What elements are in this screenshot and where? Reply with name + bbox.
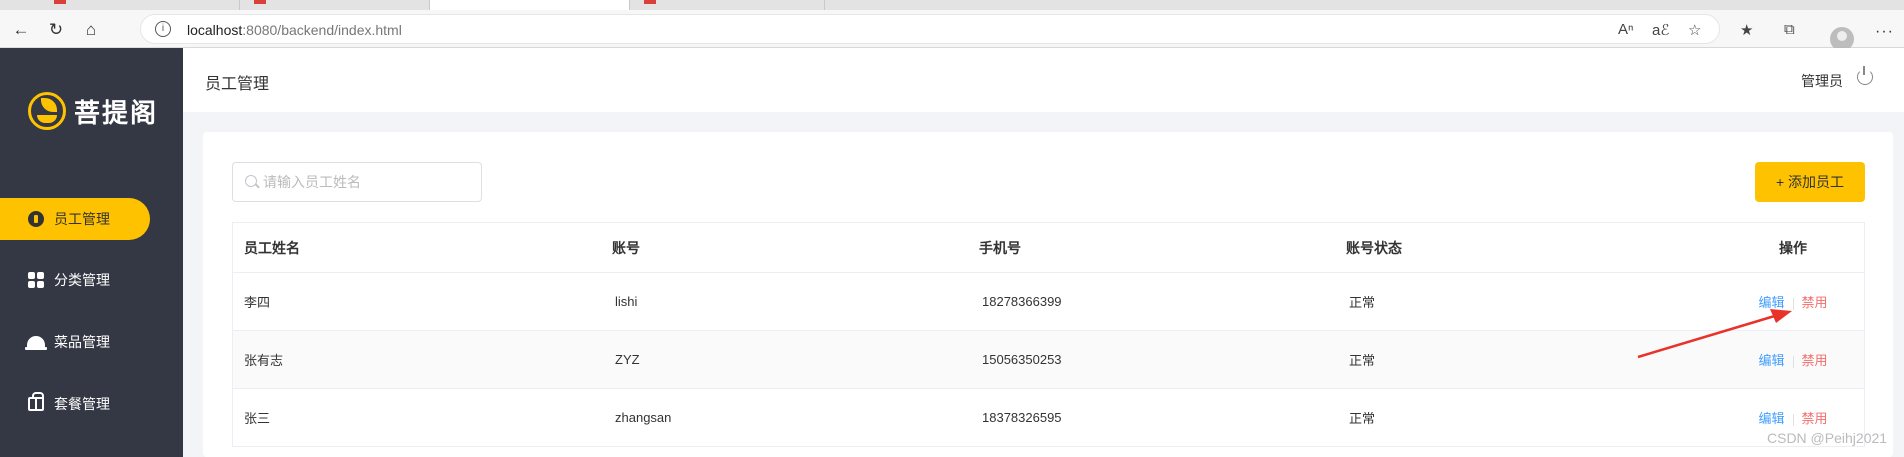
info-icon[interactable]: i <box>155 21 171 37</box>
edit-link[interactable]: 编辑 <box>1758 411 1784 426</box>
employee-table: 员工姓名 账号 手机号 账号状态 操作 李四 lishi 18278366399… <box>232 222 1865 447</box>
cell-account: lishi <box>615 294 638 309</box>
browser-tab[interactable] <box>40 0 240 10</box>
user-name[interactable]: 管理员 <box>1801 71 1843 91</box>
action-divider <box>1792 413 1794 426</box>
gift-icon <box>27 392 45 413</box>
logout-icon[interactable] <box>1857 66 1873 85</box>
disable-link[interactable]: 禁用 <box>1802 411 1828 426</box>
translate-icon[interactable]: aℰ <box>1652 21 1669 39</box>
table-row: 张三 zhangsan 18378326595 正常 编辑 禁用 <box>233 389 1864 447</box>
logo-icon <box>28 92 66 130</box>
cell-phone: 15056350253 <box>982 352 1062 367</box>
logo: 菩提阁 <box>28 92 158 130</box>
favorites-icon[interactable]: ★ <box>1740 21 1753 39</box>
column-header-actions: 操作 <box>1779 239 1807 256</box>
sidebar: 菩提阁 员工管理 分类管理 菜品管理 套餐管理 <box>0 48 183 457</box>
browser-tab-active[interactable] <box>430 0 630 10</box>
cell-account: ZYZ <box>615 352 640 367</box>
sidebar-item-setmeal[interactable]: 套餐管理 <box>0 383 150 425</box>
favorite-add-icon[interactable]: ☆ <box>1688 21 1701 39</box>
cell-actions: 编辑 禁用 <box>1702 408 1864 427</box>
cell-status: 正常 <box>1349 411 1376 426</box>
browser-tab-strip <box>0 0 1904 10</box>
content-card: + 添加员工 员工姓名 账号 手机号 账号状态 操作 李四 lishi 1827… <box>203 132 1893 457</box>
back-icon[interactable]: ← <box>10 19 32 39</box>
favicon-icon <box>54 0 66 4</box>
main-content: + 添加员工 员工姓名 账号 手机号 账号状态 操作 李四 lishi 1827… <box>183 112 1904 457</box>
search-icon <box>245 175 257 187</box>
sidebar-item-category[interactable]: 分类管理 <box>0 259 150 301</box>
cell-name: 张有志 <box>244 353 284 368</box>
watermark: CSDN @Peihj2021 <box>1767 430 1888 446</box>
table-row: 李四 lishi 18278366399 正常 编辑 禁用 <box>233 273 1864 331</box>
cell-name: 李四 <box>244 295 271 310</box>
address-bar[interactable]: i localhost:8080/backend/index.html <box>140 14 1720 44</box>
cell-phone: 18278366399 <box>982 294 1062 309</box>
search-box[interactable] <box>232 162 482 202</box>
column-header-phone: 手机号 <box>979 239 1021 256</box>
column-header-account: 账号 <box>612 239 640 256</box>
more-icon[interactable]: ··· <box>1875 23 1894 41</box>
url-text: localhost:8080/backend/index.html <box>187 22 402 38</box>
sidebar-item-dish[interactable]: 菜品管理 <box>0 321 150 363</box>
annotation-arrow <box>1637 309 1792 359</box>
table-row: 张有志 ZYZ 15056350253 正常 编辑 禁用 <box>233 331 1864 389</box>
user-badge-icon <box>27 210 45 228</box>
logo-text: 菩提阁 <box>74 98 159 129</box>
table-header: 员工姓名 账号 手机号 账号状态 操作 <box>233 223 1864 273</box>
reload-icon[interactable]: ↻ <box>45 19 67 39</box>
column-header-status: 账号状态 <box>1346 239 1402 256</box>
page-header: 员工管理 管理员 <box>183 48 1904 112</box>
browser-tab[interactable] <box>240 0 430 10</box>
cloche-icon <box>25 333 47 351</box>
grid-icon <box>27 271 45 289</box>
favicon-icon <box>644 0 656 4</box>
search-input[interactable] <box>263 172 473 192</box>
column-header-name: 员工姓名 <box>244 239 300 256</box>
home-icon[interactable]: ⌂ <box>80 19 102 39</box>
page-title: 员工管理 <box>205 76 270 93</box>
browser-toolbar: ← ↻ ⌂ i localhost:8080/backend/index.htm… <box>0 10 1904 51</box>
sidebar-item-label: 员工管理 <box>54 211 110 227</box>
cell-account: zhangsan <box>615 410 672 425</box>
sidebar-item-label: 菜品管理 <box>54 334 110 350</box>
add-employee-button[interactable]: + 添加员工 <box>1755 162 1865 202</box>
read-aloud-icon[interactable]: Aⁿ <box>1618 21 1633 38</box>
sidebar-item-label: 套餐管理 <box>54 396 110 412</box>
sidebar-item-label: 分类管理 <box>54 272 110 288</box>
cell-phone: 18378326595 <box>982 410 1062 425</box>
cell-name: 张三 <box>244 411 271 426</box>
sidebar-item-employee[interactable]: 员工管理 <box>0 198 150 240</box>
browser-tab[interactable] <box>630 0 825 10</box>
favicon-icon <box>254 0 266 4</box>
collections-icon[interactable]: ⧉ <box>1784 21 1795 38</box>
